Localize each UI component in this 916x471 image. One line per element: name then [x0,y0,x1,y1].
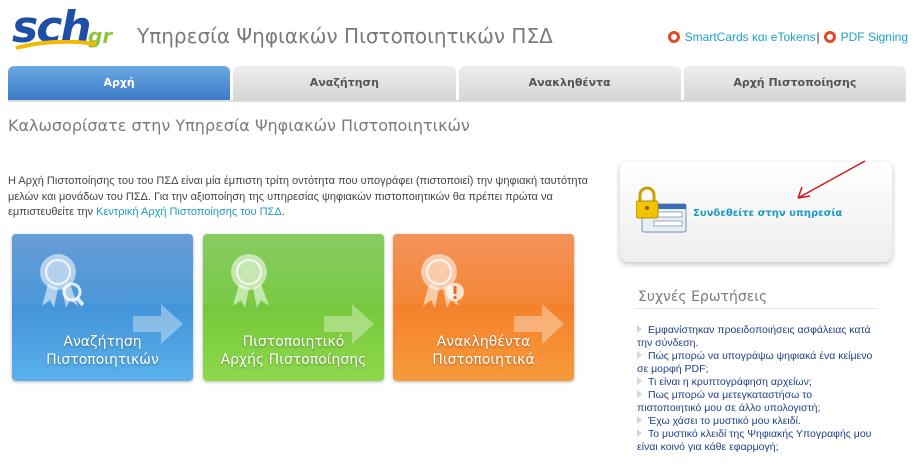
certificate-search-icon [40,254,84,308]
tile-label: Πιστοποιητικό Αρχής Πιστοποίησης [203,333,384,369]
lock-login-icon [636,186,687,233]
bullet-icon [637,416,642,424]
faq-list: Εμφανίστηκαν προειδοποιήσεις ασφάλειας κ… [637,324,877,454]
site-title: Υπηρεσία Ψηφιακών Πιστοποιητικών ΠΣΔ [137,24,553,48]
bullet-icon [637,325,642,333]
tile-label-line2: Πιστοποιητικών [46,352,159,368]
tile-label-line2: Πιστοποιητικά [432,352,535,368]
connect-to-service-link[interactable]: Συνδεθείτε στην υπηρεσία [693,208,842,219]
tab-home[interactable]: Αρχή [8,66,231,100]
lifebuoy-icon [667,31,680,43]
tab-revoked[interactable]: Ανακληθέντα [458,66,681,100]
intro-end: . [281,206,285,218]
faq-item-text: Το μυστικό κλειδί της Ψηφιακής Υπογραφής… [637,428,872,453]
link-separator: | [816,30,820,44]
faq-item-text: Πως μπορώ να μετεγκαταστήσω το πιστοποιη… [637,389,821,414]
pdf-signing-link[interactable]: PDF Signing [841,30,908,44]
faq-item-text: Έχω χάσει το μυστικό μου κλειδί. [648,415,801,427]
bullet-icon [637,351,642,359]
faq-divider [636,308,876,309]
bullet-icon [637,390,642,398]
tile-revoked-certificates[interactable]: Ανακληθέντα Πιστοποιητικά [393,234,574,381]
certificate-warning-icon [421,254,464,308]
sch-gr-logo[interactable]: sch gr [10,2,125,58]
bullet-icon [637,429,642,437]
page-title: Καλωσορίσατε στην Υπηρεσία Ψηφιακών Πιστ… [8,116,470,135]
tile-label: Αναζήτηση Πιστοποιητικών [12,333,193,369]
header: sch gr Υπηρεσία Ψηφιακών Πιστοποιητικών … [0,0,916,64]
tile-label-line1: Ανακληθέντα [436,334,531,350]
faq-item-text: Τι είναι η κρυπτογράφηση αρχείων; [648,376,812,388]
certificate-icon [231,254,269,308]
top-links: SmartCards και eTokens | PDF Signing [667,30,908,44]
main-tabs: Αρχή Αναζήτηση Ανακληθέντα Αρχή Πιστοποί… [8,66,906,100]
tab-certification-authority[interactable]: Αρχή Πιστοποίησης [683,66,906,100]
faq-item[interactable]: Τι είναι η κρυπτογράφηση αρχείων; [637,376,877,389]
central-ca-link[interactable]: Κεντρική Αρχή Πιστοποίησης του ΠΣΔ [96,206,282,218]
logo-swoosh-icon [15,40,97,50]
faq-item[interactable]: Πως μπορώ να μετεγκαταστήσω το πιστοποιη… [637,389,877,415]
tile-ca-certificate[interactable]: Πιστοποιητικό Αρχής Πιστοποίησης [203,234,384,381]
faq-item[interactable]: Το μυστικό κλειδί της Ψηφιακής Υπογραφής… [637,428,877,454]
faq-item-text: Εμφανίστηκαν προειδοποιήσεις ασφάλειας κ… [637,324,871,349]
tab-divider [8,100,906,102]
intro-paragraph: Η Αρχή Πιστοποίησης του του ΠΣΔ είναι μί… [8,174,598,221]
bullet-icon [637,377,642,385]
lifebuoy-icon [823,31,836,43]
faq-item[interactable]: Πώς μπορώ να υπογράψω ψηφιακά ένα κείμεν… [637,350,877,376]
tile-label: Ανακληθέντα Πιστοποιητικά [393,333,574,369]
tab-search[interactable]: Αναζήτηση [233,66,456,100]
tile-search-certificates[interactable]: Αναζήτηση Πιστοποιητικών [12,234,193,381]
faq-item-text: Πώς μπορώ να υπογράψω ψηφιακά ένα κείμεν… [637,350,873,375]
faq-item[interactable]: Εμφανίστηκαν προειδοποιήσεις ασφάλειας κ… [637,324,877,350]
tile-label-line1: Πιστοποιητικό [242,334,345,350]
red-arrow-icon [797,160,866,199]
faq-title: Συχνές Ερωτήσεις [638,289,768,305]
tile-label-line1: Αναζήτηση [63,334,142,350]
faq-item[interactable]: Έχω χάσει το μυστικό μου κλειδί. [637,415,877,428]
tile-label-line2: Αρχής Πιστοποίησης [220,352,367,368]
smartcards-link[interactable]: SmartCards και eTokens [685,30,816,44]
intro-text: Η Αρχή Πιστοποίησης του του ΠΣΔ είναι μί… [8,175,588,218]
